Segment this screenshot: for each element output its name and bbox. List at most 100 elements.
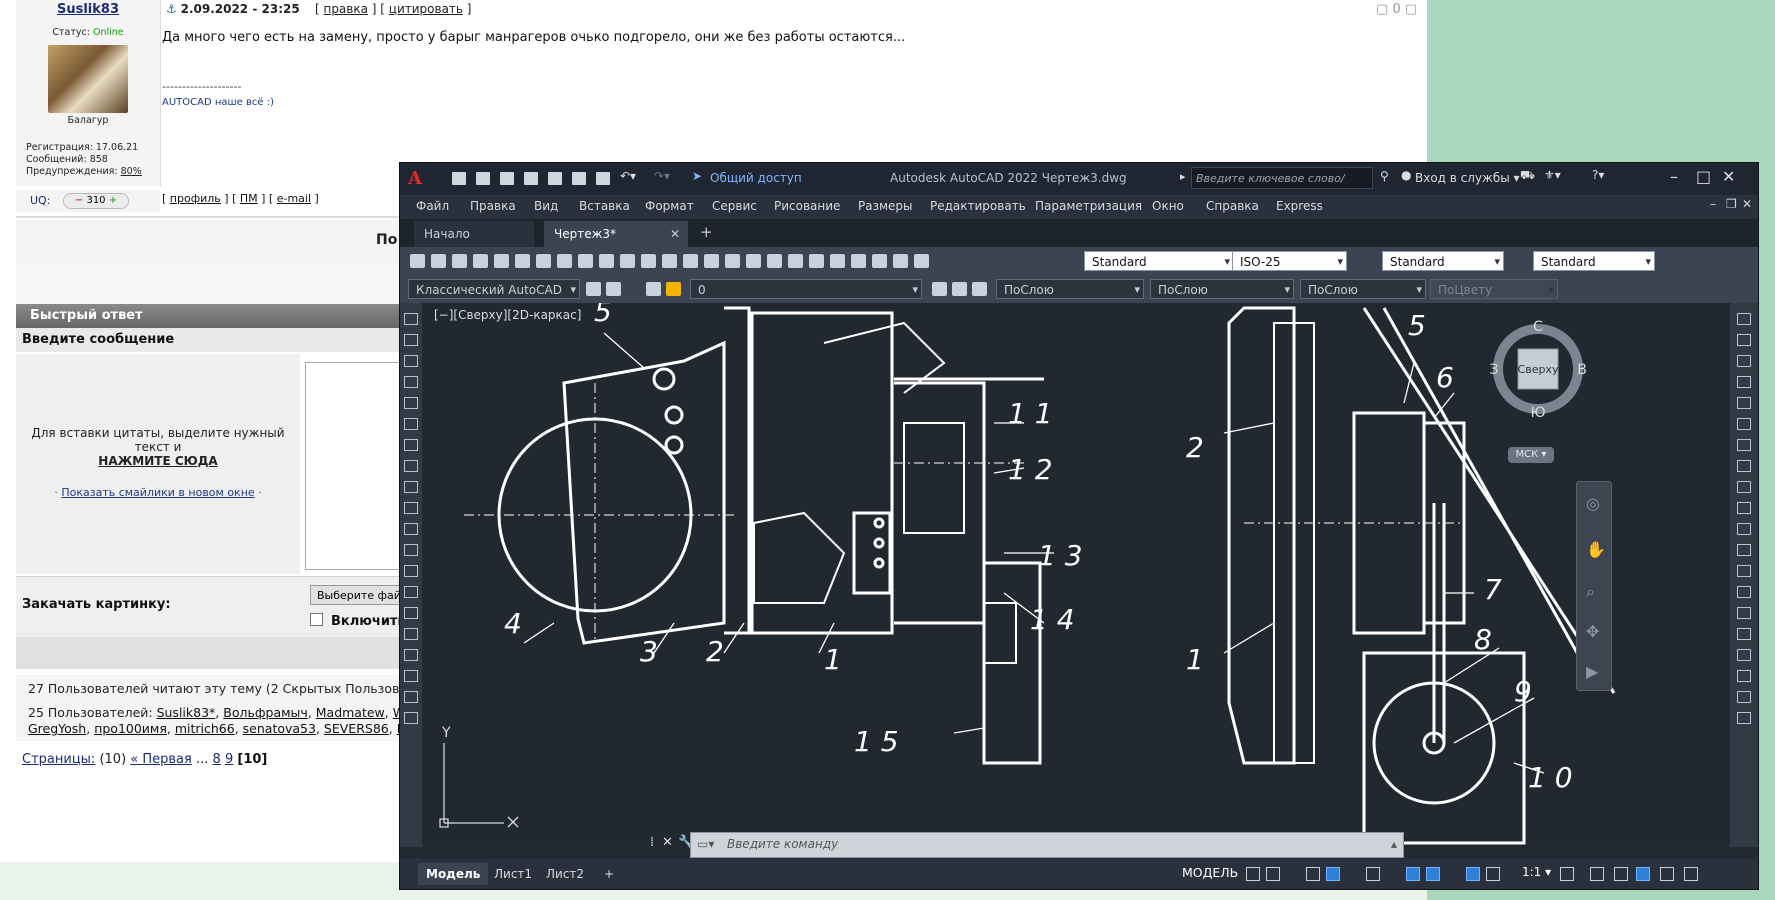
revcloud-icon[interactable] — [404, 460, 418, 472]
break-at-point-icon[interactable] — [1737, 544, 1751, 556]
layer-match-icon[interactable] — [952, 282, 967, 296]
tab-layout2[interactable]: Лист2 — [538, 863, 592, 885]
close-icon[interactable]: ✕ — [1722, 167, 1735, 186]
showmotion-icon[interactable]: ▶ — [1586, 662, 1598, 681]
save-icon[interactable] — [452, 254, 467, 268]
block-editor-icon[interactable] — [641, 254, 656, 268]
save-icon[interactable] — [500, 172, 514, 185]
menu-edit[interactable]: Правка — [470, 199, 516, 213]
message-textarea[interactable] — [305, 362, 405, 570]
autocad-logo-icon[interactable]: A — [408, 168, 422, 189]
page-link-8[interactable]: 8 — [213, 752, 221, 767]
add-icon[interactable] — [1590, 867, 1604, 881]
doc-close-icon[interactable]: ✕ — [1742, 197, 1752, 211]
layer-props-icon[interactable] — [606, 282, 621, 296]
command-input[interactable]: Введите команду — [727, 837, 838, 851]
dim-style-select[interactable]: ISO-25 — [1232, 251, 1347, 272]
viewcube[interactable]: Сверху С Ю В З МСК ▾ — [1488, 319, 1588, 463]
ellipse-arc-icon[interactable] — [404, 523, 418, 535]
new-tab-icon[interactable]: + — [700, 223, 713, 241]
profile-link[interactable]: профиль — [170, 192, 221, 205]
polar-icon[interactable] — [1326, 867, 1340, 881]
annotation-visibility-icon[interactable] — [1466, 867, 1480, 881]
table-icon[interactable] — [404, 670, 418, 682]
clean-screen-icon[interactable] — [1660, 867, 1674, 881]
click-here-link[interactable]: НАЖМИТЕ СЮДА — [16, 454, 300, 468]
model-space-button[interactable]: МОДЕЛЬ — [1182, 865, 1238, 880]
mtext-icon[interactable] — [404, 691, 418, 703]
isodraft-icon[interactable] — [1366, 867, 1380, 881]
smiles-link[interactable]: Показать смайлики в новом окне — [61, 486, 254, 499]
viewcube-north[interactable]: С — [1533, 319, 1543, 335]
move-icon[interactable] — [1737, 418, 1751, 430]
save-as-icon[interactable] — [524, 172, 538, 185]
spline-icon[interactable] — [404, 481, 418, 493]
menu-tools[interactable]: Сервис — [712, 199, 757, 213]
add-selected-icon[interactable] — [404, 712, 418, 724]
break-icon[interactable] — [1737, 565, 1751, 577]
edit-link[interactable]: правка — [323, 2, 368, 16]
explode-icon[interactable] — [1737, 670, 1751, 682]
insert-block-icon[interactable] — [404, 544, 418, 556]
open-web-icon[interactable] — [548, 172, 562, 185]
array-icon[interactable] — [1737, 397, 1751, 409]
post-author-link[interactable]: Suslik83 — [16, 2, 160, 17]
redo-icon[interactable] — [683, 254, 698, 268]
stretch-icon[interactable] — [1737, 481, 1751, 493]
undo-icon[interactable] — [662, 254, 677, 268]
ortho-icon[interactable] — [1306, 867, 1320, 881]
workspace-gear-icon[interactable] — [1560, 867, 1574, 881]
menu-express[interactable]: Express — [1276, 199, 1323, 213]
vote-up-icon[interactable]: ▢ — [1405, 2, 1417, 17]
draworder-icon[interactable] — [1737, 691, 1751, 703]
snap-icon[interactable] — [1266, 867, 1280, 881]
group-icon[interactable] — [1737, 712, 1751, 724]
trim-icon[interactable] — [1737, 502, 1751, 514]
erase-icon[interactable] — [1737, 313, 1751, 325]
construction-line-icon[interactable] — [404, 334, 418, 346]
layer-state-icon[interactable] — [646, 282, 661, 296]
text-style-select[interactable]: Standard — [1084, 251, 1234, 272]
quickcalc-icon[interactable] — [893, 254, 908, 268]
mirror-icon[interactable] — [1737, 355, 1751, 367]
viewcube-face[interactable]: Сверху — [1518, 363, 1559, 376]
fillet-icon[interactable] — [1737, 628, 1751, 640]
uq-plus-icon[interactable]: + — [109, 195, 117, 206]
reader-link[interactable]: senatova53 — [243, 721, 316, 736]
color-select[interactable]: ПоСлою — [996, 279, 1144, 300]
undo-icon[interactable]: ↶▾ — [620, 169, 636, 183]
rectangle-icon[interactable] — [404, 397, 418, 409]
object-snap-icon[interactable] — [1426, 867, 1440, 881]
cut-icon[interactable] — [557, 254, 572, 268]
cmd-close-icon[interactable]: ✕ — [662, 835, 673, 850]
drawing-viewport[interactable]: 51 11 21 31 443211 556271891 0 Y [−][Све… — [424, 303, 1728, 847]
menu-help[interactable]: Справка — [1206, 199, 1259, 213]
first-page-link[interactable]: « Первая — [130, 752, 192, 767]
polyline-icon[interactable] — [404, 355, 418, 367]
line-icon[interactable] — [404, 313, 418, 325]
chamfer-icon[interactable] — [1737, 607, 1751, 619]
help-icon[interactable] — [914, 254, 929, 268]
user-icon[interactable]: ● — [1401, 168, 1411, 182]
workspace-select[interactable]: Классический AutoCAD — [408, 279, 580, 300]
polygon-icon[interactable] — [404, 376, 418, 388]
menu-format[interactable]: Формат — [645, 199, 694, 213]
include-checkbox-row[interactable]: Включить — [310, 613, 406, 629]
plot-icon[interactable] — [596, 172, 610, 185]
osnap-tracking-icon[interactable] — [1406, 867, 1420, 881]
design-center-icon[interactable] — [809, 254, 824, 268]
isolate-icon[interactable] — [1614, 867, 1628, 881]
rotate-icon[interactable] — [1737, 439, 1751, 451]
menu-modify[interactable]: Редактировать — [930, 199, 1026, 213]
share-icon[interactable]: ➤ — [692, 169, 702, 183]
tool-palettes-icon[interactable] — [830, 254, 845, 268]
reader-link[interactable]: mitrich66 — [175, 721, 235, 736]
open-file-icon[interactable] — [476, 172, 490, 185]
tab-close-icon[interactable]: ✕ — [670, 221, 680, 247]
arc-icon[interactable] — [404, 418, 418, 430]
new-file-icon[interactable] — [452, 172, 466, 185]
menu-draw[interactable]: Рисование — [774, 199, 840, 213]
doc-restore-icon[interactable]: ❐ — [1726, 197, 1737, 211]
point-icon[interactable] — [404, 586, 418, 598]
search-icon[interactable]: ⚲ — [1380, 169, 1389, 183]
